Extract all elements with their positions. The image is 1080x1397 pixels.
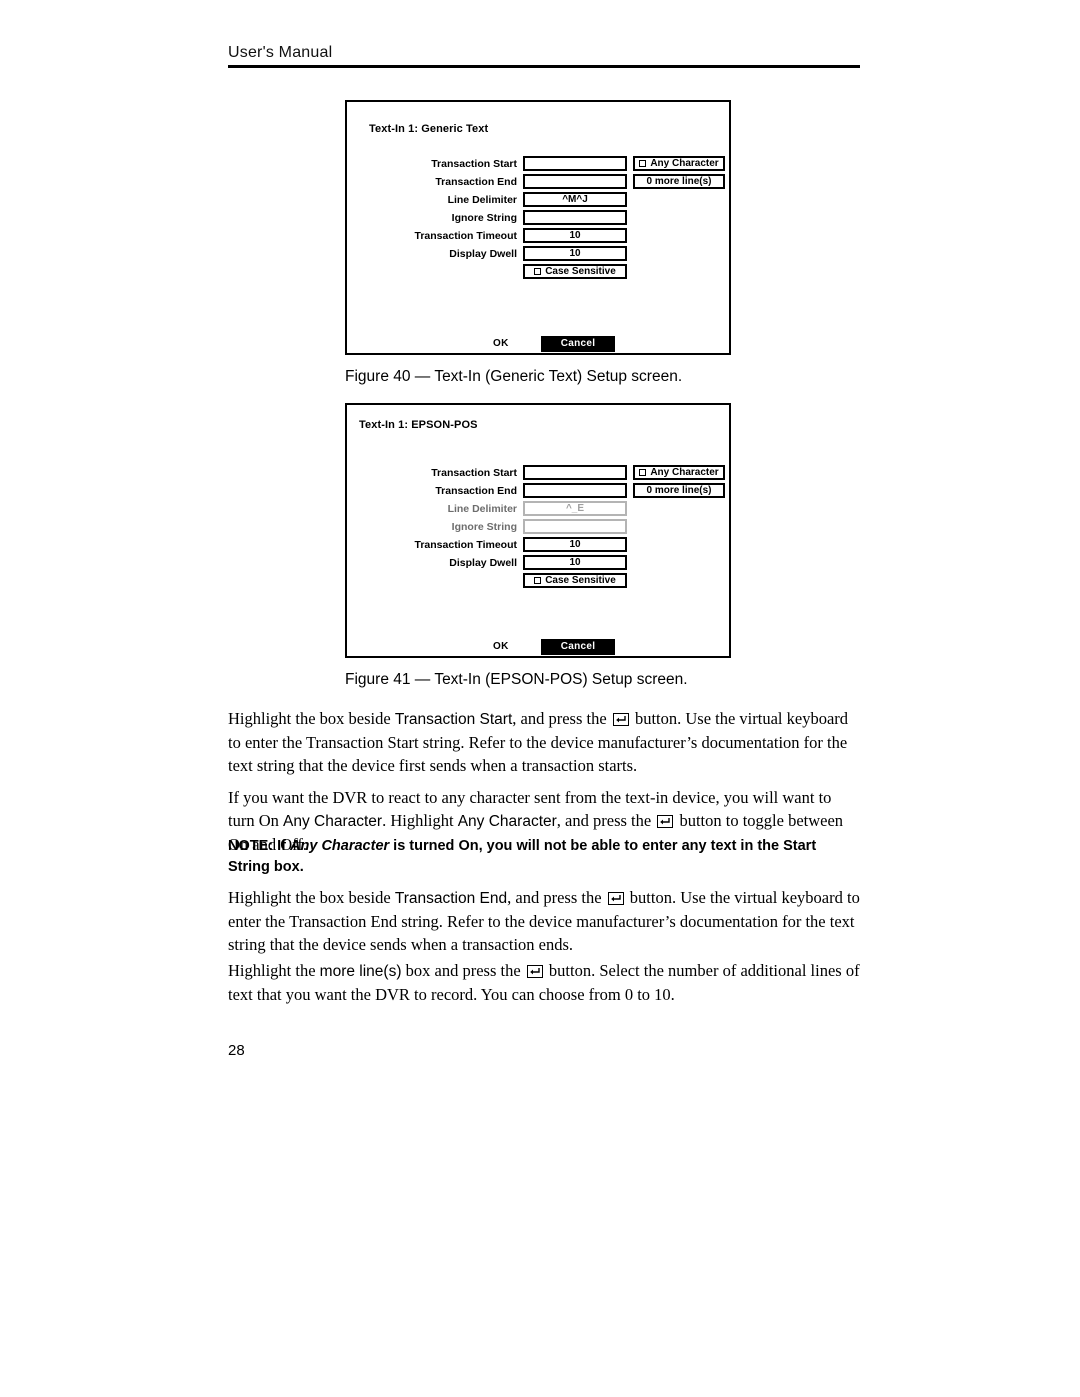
field-input-line-delimiter: ^_E — [523, 501, 627, 516]
field-input-transaction-end[interactable] — [523, 174, 627, 189]
textin-generic-dialog: Text-In 1: Generic Text Transaction Star… — [345, 100, 731, 355]
field-row-transaction-end: Transaction End — [359, 483, 627, 498]
text-segment: , and press the — [507, 888, 606, 907]
field-row-line-delimiter: Line Delimiter ^_E — [359, 501, 627, 516]
dialog-title: Text-In 1: Generic Text — [369, 123, 489, 135]
paragraph-transaction-end: Highlight the box beside Transaction End… — [228, 886, 860, 956]
figure-40-caption: Figure 40 — Text-In (Generic Text) Setup… — [345, 368, 683, 385]
enter-key-icon — [612, 713, 629, 726]
field-label-transaction-start: Transaction Start — [431, 157, 517, 170]
figure-41-caption: Figure 41 — Text-In (EPSON-POS) Setup sc… — [345, 671, 688, 688]
note-text-segment: NOTE: If — [228, 838, 291, 854]
field-row-transaction-end: Transaction End — [359, 174, 627, 189]
enter-key-icon — [607, 892, 624, 905]
field-input-line-delimiter[interactable]: ^M^J — [523, 192, 627, 207]
enter-key-icon — [657, 815, 674, 828]
checkbox-icon — [639, 469, 647, 476]
ok-button[interactable]: OK — [493, 641, 509, 652]
text-segment: , and press the — [512, 709, 611, 728]
text-segment: box and press the — [401, 961, 525, 980]
text-segment: , and press the — [556, 811, 656, 830]
any-character-checkbox[interactable]: Any Character — [633, 156, 725, 171]
ui-term-any-character: Any Character — [283, 813, 383, 830]
ui-term-any-character-2: Any Character — [457, 813, 557, 830]
enter-key-icon — [526, 965, 543, 978]
page-number: 28 — [228, 1042, 245, 1059]
any-character-label: Any Character — [650, 158, 719, 169]
field-row-transaction-start: Transaction Start — [359, 465, 627, 480]
field-row-transaction-timeout: Transaction Timeout 10 — [359, 228, 627, 243]
case-sensitive-checkbox[interactable]: Case Sensitive — [523, 573, 627, 588]
case-sensitive-label: Case Sensitive — [545, 575, 616, 586]
ui-term-transaction-start: Transaction Start — [394, 711, 513, 728]
dialog-title: Text-In 1: EPSON-POS — [359, 419, 478, 431]
field-input-transaction-end[interactable] — [523, 483, 627, 498]
field-row-ignore-string: Ignore String — [359, 210, 627, 225]
cancel-button[interactable]: Cancel — [541, 336, 615, 352]
note-block: NOTE: If Any Character is turned On, you… — [228, 836, 860, 878]
field-input-transaction-start[interactable] — [523, 465, 627, 480]
field-label-ignore-string: Ignore String — [451, 211, 517, 224]
header-rule — [228, 65, 860, 68]
field-label-transaction-start: Transaction Start — [431, 466, 517, 479]
case-sensitive-label: Case Sensitive — [545, 266, 616, 277]
field-input-ignore-string[interactable] — [523, 210, 627, 225]
text-segment: . Highlight — [382, 811, 458, 830]
page-header: User's Manual — [228, 44, 860, 68]
any-character-label: Any Character — [650, 467, 719, 478]
paragraph-more-lines: Highlight the more line(s) box and press… — [228, 959, 860, 1006]
ok-button[interactable]: OK — [493, 338, 509, 349]
field-label-transaction-timeout: Transaction Timeout — [414, 538, 518, 551]
field-label-transaction-end: Transaction End — [435, 175, 517, 188]
text-segment: Highlight the box beside — [228, 888, 395, 907]
field-label-line-delimiter: Line Delimiter — [447, 193, 517, 206]
checkbox-icon — [639, 160, 647, 167]
field-row-display-dwell: Display Dwell 10 — [359, 246, 627, 261]
checkbox-icon — [534, 268, 542, 275]
textin-epson-dialog: Text-In 1: EPSON-POS Transaction Start T… — [345, 403, 731, 658]
cancel-button[interactable]: Cancel — [541, 639, 615, 655]
field-label-display-dwell: Display Dwell — [449, 556, 517, 569]
header-title: User's Manual — [228, 44, 333, 61]
any-character-checkbox[interactable]: Any Character — [633, 465, 725, 480]
figure-40: Text-In 1: Generic Text Transaction Star… — [345, 100, 733, 355]
field-row-transaction-timeout: Transaction Timeout 10 — [359, 537, 627, 552]
ui-term-transaction-end: Transaction End — [394, 890, 508, 907]
field-label-line-delimiter: Line Delimiter — [447, 502, 517, 515]
text-segment: Highlight the box beside — [228, 709, 395, 728]
text-segment: Highlight the — [228, 961, 320, 980]
field-input-ignore-string — [523, 519, 627, 534]
document-page: User's Manual Text-In 1: Generic Text Tr… — [0, 0, 1080, 1397]
field-row-ignore-string: Ignore String — [359, 519, 627, 534]
field-label-ignore-string: Ignore String — [451, 520, 517, 533]
field-row-transaction-start: Transaction Start — [359, 156, 627, 171]
figure-41: Text-In 1: EPSON-POS Transaction Start T… — [345, 403, 733, 658]
field-input-display-dwell[interactable]: 10 — [523, 246, 627, 261]
field-input-transaction-timeout[interactable]: 10 — [523, 228, 627, 243]
more-lines-button[interactable]: 0 more line(s) — [633, 174, 725, 189]
more-lines-button[interactable]: 0 more line(s) — [633, 483, 725, 498]
field-row-line-delimiter: Line Delimiter ^M^J — [359, 192, 627, 207]
case-sensitive-checkbox[interactable]: Case Sensitive — [523, 264, 627, 279]
ui-term-more-lines: more line(s) — [319, 963, 402, 980]
field-input-transaction-timeout[interactable]: 10 — [523, 537, 627, 552]
note-emphasis-any-character: Any Character — [290, 838, 390, 854]
paragraph-transaction-start: Highlight the box beside Transaction Sta… — [228, 707, 860, 777]
field-label-display-dwell: Display Dwell — [449, 247, 517, 260]
field-input-transaction-start[interactable] — [523, 156, 627, 171]
checkbox-icon — [534, 577, 542, 584]
field-input-display-dwell[interactable]: 10 — [523, 555, 627, 570]
field-label-transaction-end: Transaction End — [435, 484, 517, 497]
field-label-transaction-timeout: Transaction Timeout — [414, 229, 518, 242]
field-row-display-dwell: Display Dwell 10 — [359, 555, 627, 570]
